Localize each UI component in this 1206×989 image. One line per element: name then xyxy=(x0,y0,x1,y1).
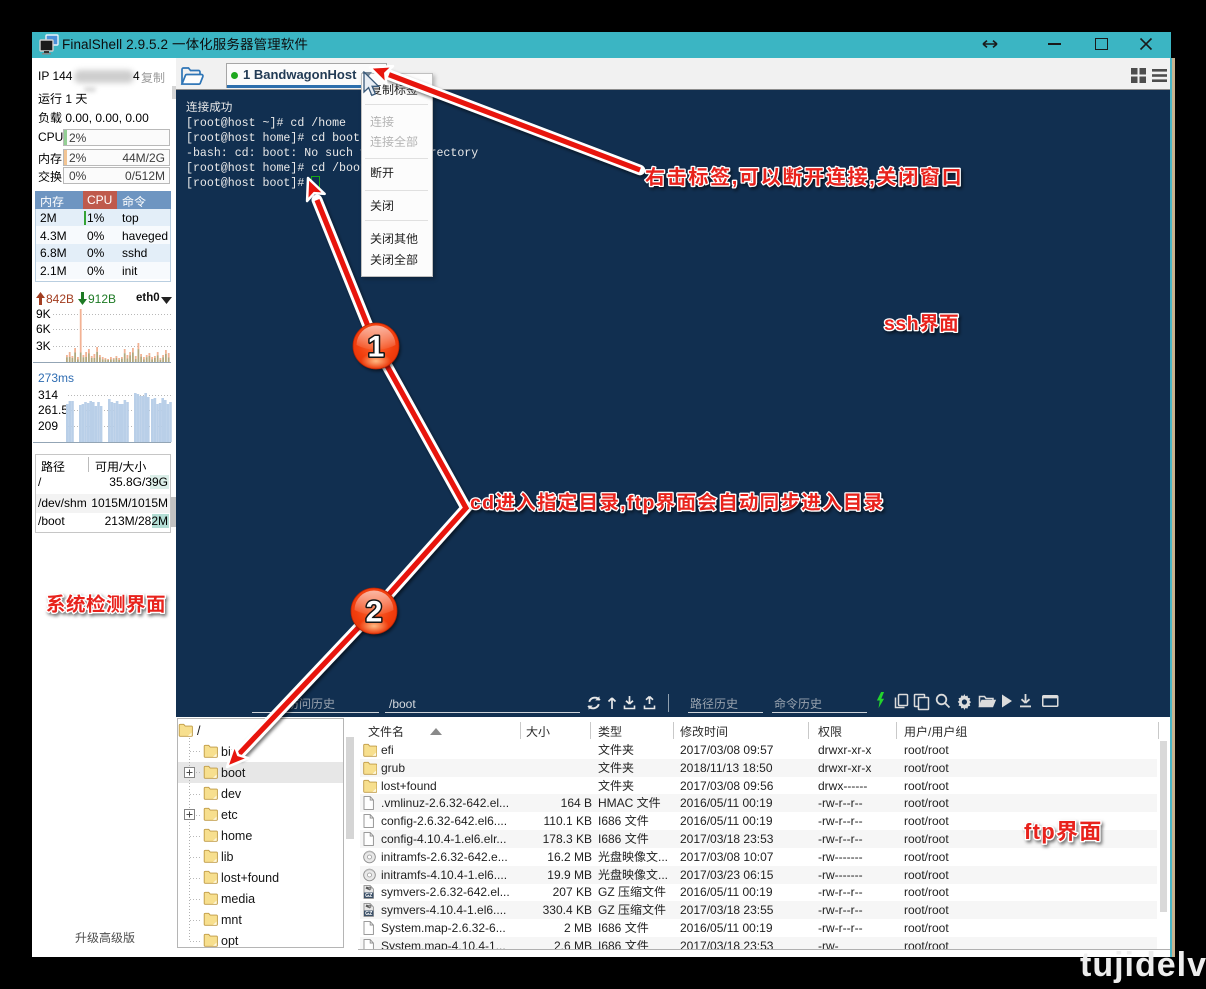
svg-text:右击标签,可以断开连接,关闭窗口: 右击标签,可以断开连接,关闭窗口 xyxy=(645,166,963,189)
svg-text:ssh界面: ssh界面 xyxy=(884,313,959,335)
svg-text:cd进入指定目录,ftp界面会自动同步进入目录: cd进入指定目录,ftp界面会自动同步进入目录 xyxy=(470,492,884,514)
svg-text:ftp界面: ftp界面 xyxy=(1024,819,1103,844)
svg-text:系统检测界面: 系统检测界面 xyxy=(46,594,166,616)
svg-text:1: 1 xyxy=(368,331,385,364)
svg-text:2: 2 xyxy=(366,596,383,629)
